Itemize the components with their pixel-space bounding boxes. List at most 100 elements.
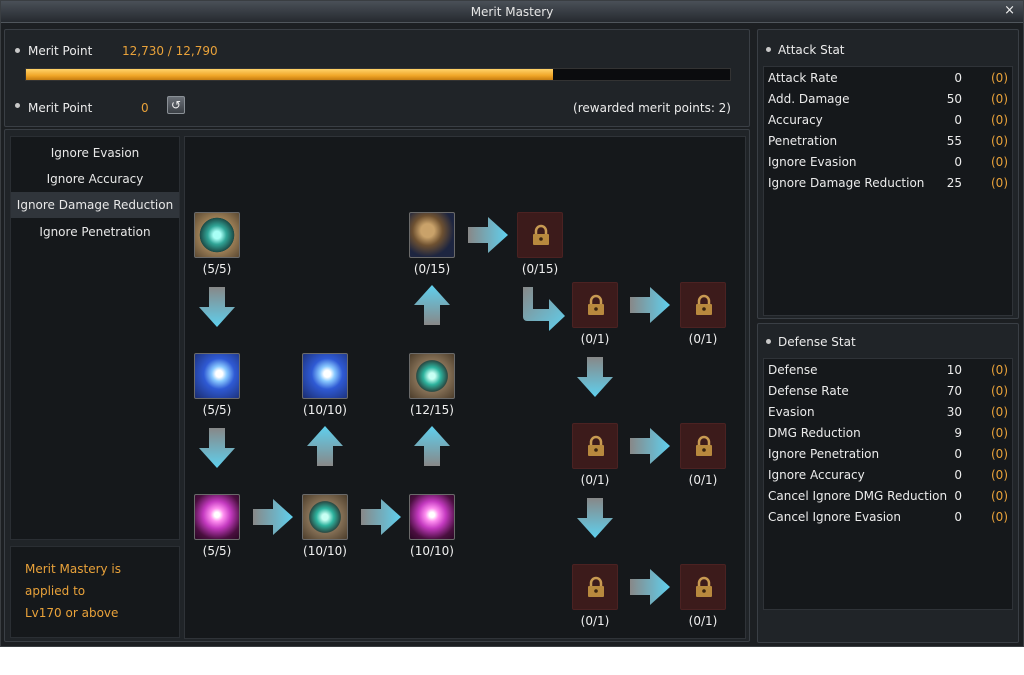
stat-name: Ignore Penetration bbox=[768, 447, 880, 461]
stat-name: Penetration bbox=[768, 134, 838, 148]
cyan-orb-skill-icon[interactable] bbox=[409, 353, 455, 399]
stat-value: 70 bbox=[946, 384, 962, 398]
node-count: (0/1) bbox=[688, 332, 718, 346]
stat-bonus: (0) bbox=[991, 176, 1008, 190]
lock-icon bbox=[533, 224, 549, 245]
stat-bonus: (0) bbox=[991, 405, 1008, 419]
reset-button[interactable]: ↺ bbox=[167, 96, 185, 114]
locked-node[interactable] bbox=[572, 564, 618, 610]
defense-stat-title: Defense Stat bbox=[778, 335, 856, 349]
stat-bonus: (0) bbox=[991, 363, 1008, 377]
blue-fist-skill-icon[interactable] bbox=[194, 353, 240, 399]
lock-icon bbox=[588, 435, 604, 456]
locked-node[interactable] bbox=[680, 423, 726, 469]
stat-value: 0 bbox=[954, 155, 962, 169]
bullet-icon bbox=[766, 47, 771, 52]
stat-name: Ignore Accuracy bbox=[768, 468, 865, 482]
category-list: Ignore Evasion Ignore Accuracy Ignore Da… bbox=[10, 136, 180, 540]
stat-row: Ignore Accuracy 0 (0) bbox=[764, 468, 1012, 486]
stat-bonus: (0) bbox=[991, 113, 1008, 127]
locked-node[interactable] bbox=[572, 423, 618, 469]
locked-node[interactable] bbox=[517, 212, 563, 258]
stat-name: Attack Rate bbox=[768, 71, 838, 85]
note-line-2: applied to bbox=[25, 584, 86, 598]
mastery-tree-panel: Ignore Evasion Ignore Accuracy Ignore Da… bbox=[4, 129, 750, 642]
arrow-down-icon bbox=[199, 287, 235, 327]
stat-name: Ignore Damage Reduction bbox=[768, 176, 925, 190]
stat-row: DMG Reduction 9 (0) bbox=[764, 426, 1012, 444]
bullet-icon bbox=[766, 339, 771, 344]
arrow-right-icon bbox=[361, 499, 401, 535]
merit-point-panel: Merit Point 12,730 / 12,790 Merit Point … bbox=[4, 29, 750, 127]
arrow-right-icon bbox=[253, 499, 293, 535]
shadow-skill-icon[interactable] bbox=[194, 494, 240, 540]
stat-row: Cancel Ignore Evasion 0 (0) bbox=[764, 510, 1012, 528]
node-count: (0/15) bbox=[521, 262, 559, 276]
node-count: (0/1) bbox=[580, 332, 610, 346]
stat-bonus: (0) bbox=[991, 134, 1008, 148]
stat-value: 50 bbox=[946, 92, 962, 106]
stat-row: Ignore Evasion 0 (0) bbox=[764, 155, 1012, 173]
stat-value: 9 bbox=[954, 426, 962, 440]
stat-bonus: (0) bbox=[991, 510, 1008, 524]
stat-bonus: (0) bbox=[991, 155, 1008, 169]
node-count: (0/1) bbox=[688, 473, 718, 487]
close-icon[interactable]: × bbox=[1004, 3, 1015, 18]
merit-mastery-window: Merit Mastery × Merit Point 12,730 / 12,… bbox=[0, 0, 1024, 647]
shadow-skill-icon[interactable] bbox=[409, 494, 455, 540]
category-ignore-accuracy[interactable]: Ignore Accuracy bbox=[11, 166, 179, 192]
stat-row: Accuracy 0 (0) bbox=[764, 113, 1012, 131]
stat-value: 0 bbox=[954, 468, 962, 482]
mastery-tree-area: (5/5) (0/15) (0/15) (0/1) (0/1) (5/5) (1… bbox=[184, 136, 746, 639]
stat-row: Evasion 30 (0) bbox=[764, 405, 1012, 423]
stat-row: Attack Rate 0 (0) bbox=[764, 71, 1012, 89]
stat-value: 55 bbox=[946, 134, 962, 148]
blue-fist-skill-icon[interactable] bbox=[302, 353, 348, 399]
category-ignore-damage-reduction[interactable]: Ignore Damage Reduction bbox=[11, 192, 179, 218]
node-count: (10/10) bbox=[410, 544, 454, 558]
node-count: (0/15) bbox=[413, 262, 451, 276]
stat-name: Cancel Ignore DMG Reduction bbox=[768, 489, 948, 503]
note-line-1: Merit Mastery is bbox=[25, 562, 122, 576]
node-count: (0/1) bbox=[580, 614, 610, 628]
locked-node[interactable] bbox=[680, 282, 726, 328]
cyan-orb-skill-icon[interactable] bbox=[302, 494, 348, 540]
stat-row: Penetration 55 (0) bbox=[764, 134, 1012, 152]
merit-point-available-label: Merit Point bbox=[28, 101, 93, 115]
stat-bonus: (0) bbox=[991, 426, 1008, 440]
cyan-orb-skill-icon[interactable] bbox=[194, 212, 240, 258]
arrow-right-icon bbox=[630, 287, 670, 323]
category-ignore-evasion[interactable]: Ignore Evasion bbox=[11, 140, 179, 166]
note-line-3: Lv170 or above bbox=[25, 606, 119, 620]
locked-node[interactable] bbox=[572, 282, 618, 328]
arrow-right-icon bbox=[630, 569, 670, 605]
node-count: (10/10) bbox=[303, 403, 347, 417]
stat-bonus: (0) bbox=[991, 468, 1008, 482]
rewarded-merit-points: (rewarded merit points: 2) bbox=[573, 101, 731, 115]
node-count: (5/5) bbox=[202, 262, 232, 276]
bullet-icon bbox=[15, 48, 20, 53]
stat-row: Ignore Damage Reduction 25 (0) bbox=[764, 176, 1012, 194]
fist-skill-icon[interactable] bbox=[409, 212, 455, 258]
lock-icon bbox=[696, 294, 712, 315]
lock-icon bbox=[696, 576, 712, 597]
stat-bonus: (0) bbox=[991, 489, 1008, 503]
stat-row: Cancel Ignore DMG Reduction 0 (0) bbox=[764, 489, 1012, 507]
title-bar[interactable]: Merit Mastery × bbox=[1, 1, 1023, 23]
stat-name: Cancel Ignore Evasion bbox=[768, 510, 902, 524]
stat-value: 30 bbox=[946, 405, 962, 419]
stat-name: Defense Rate bbox=[768, 384, 849, 398]
category-ignore-penetration[interactable]: Ignore Penetration bbox=[11, 219, 179, 245]
lock-icon bbox=[588, 294, 604, 315]
stat-value: 0 bbox=[954, 447, 962, 461]
stat-value: 10 bbox=[946, 363, 962, 377]
merit-point-total: 12,730 / 12,790 bbox=[122, 44, 218, 58]
node-count: (5/5) bbox=[202, 403, 232, 417]
locked-node[interactable] bbox=[680, 564, 726, 610]
reset-icon: ↺ bbox=[170, 98, 182, 112]
stat-row: Ignore Penetration 0 (0) bbox=[764, 447, 1012, 465]
node-count: (12/15) bbox=[410, 403, 454, 417]
merit-point-label: Merit Point bbox=[28, 44, 93, 58]
stat-value: 0 bbox=[954, 510, 962, 524]
node-count: (10/10) bbox=[303, 544, 347, 558]
